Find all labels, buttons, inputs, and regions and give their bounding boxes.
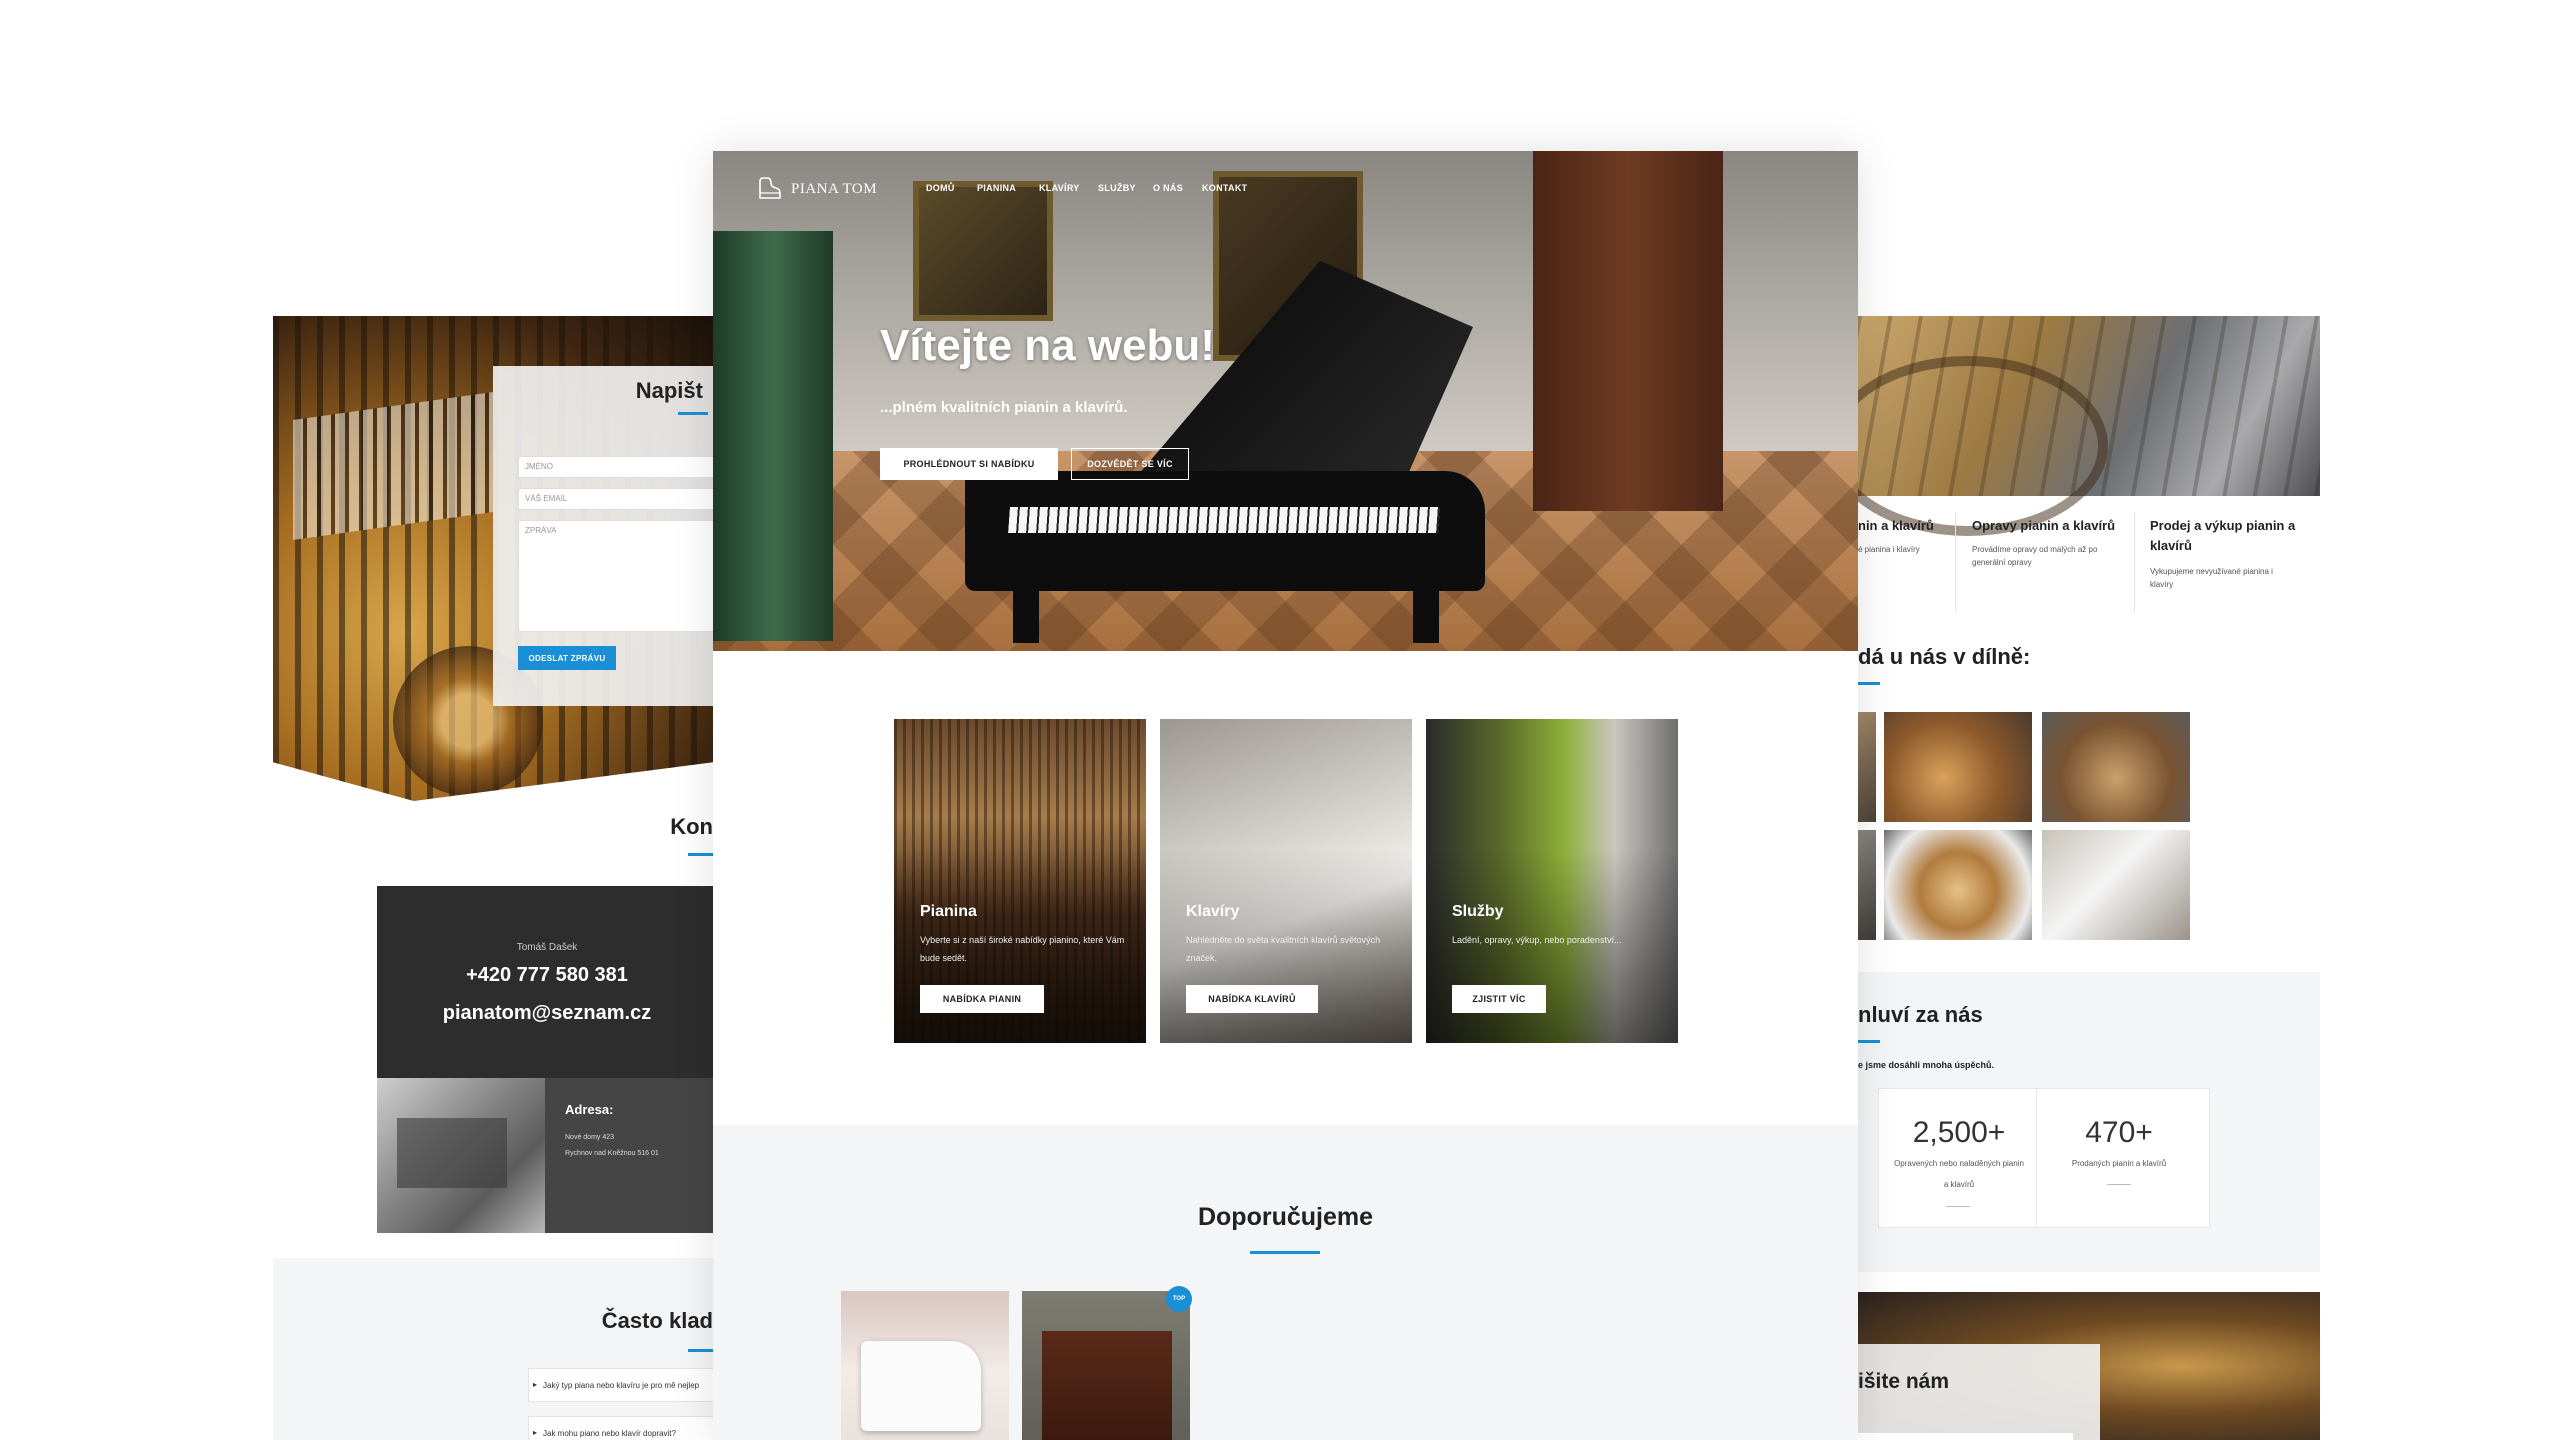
gallery-thumbnail[interactable] — [1884, 830, 2032, 940]
tile-title: Klavíry — [1186, 903, 1240, 920]
divider — [1955, 512, 1956, 612]
contact-card: Tomáš Dašek +420 777 580 381 pianatom@se… — [377, 886, 713, 1078]
faq-title: Často klad — [601, 1308, 713, 1333]
top-navigation: PIANA TOM DOMŮ PIANINA KLAVÍRY SLUŽBY O … — [713, 151, 1858, 223]
write-us-section — [1858, 1292, 2320, 1440]
service-title: Prodej a výkup pianin a klavírů — [2150, 518, 2296, 553]
service-text: Vykupujeme nevyužívané pianina i klavíry — [2150, 567, 2273, 589]
grand-piano-leg — [1413, 583, 1439, 643]
tile-pianina[interactable]: Pianina Vyberte si z naší široké nabídky… — [894, 719, 1146, 1043]
stat-label: Opravených nebo naladěných pianin a klav… — [1894, 1159, 2024, 1189]
tile-text: Vyberte si z naší široké nabídky pianino… — [920, 935, 1125, 963]
workshop-title: dá u nás v dílně: — [1858, 644, 2031, 669]
white-grand-piano-image — [861, 1341, 981, 1431]
view-offer-button[interactable]: PROHLÉDNOUT SI NABÍDKU — [880, 448, 1058, 480]
stat-value: 2,500+ — [1912, 1116, 2006, 1149]
stats-subtitle: e jsme dosáhli mnoha úspěchů. — [1858, 1060, 1995, 1070]
grand-piano-leg — [1013, 583, 1039, 643]
form-title: Napišt — [635, 378, 703, 403]
title-underline — [1250, 1251, 1320, 1254]
title-underline — [688, 853, 713, 856]
product-card[interactable] — [1022, 1291, 1190, 1440]
workshop-photo — [377, 1078, 545, 1233]
hero-tiled-stove — [713, 231, 833, 641]
name-field[interactable]: JMÉNO — [518, 456, 713, 478]
nav-home[interactable]: DOMŮ — [926, 183, 955, 193]
faq-item[interactable]: Jak mohu piano nebo klavír dopravit? — [528, 1416, 713, 1440]
pianina-offer-button[interactable]: NABÍDKA PIANIN — [920, 985, 1044, 1013]
nav-kontakt[interactable]: KONTAKT — [1202, 183, 1247, 193]
tile-text: Ladění, opravy, výkup, nebo poradenství.… — [1452, 935, 1622, 945]
grand-piano-keys — [1008, 507, 1440, 533]
nav-sluzby[interactable]: SLUŽBY — [1098, 183, 1136, 193]
nav-pianina[interactable]: PIANINA — [977, 183, 1016, 193]
title-underline — [688, 1349, 713, 1352]
upright-piano-image — [1042, 1331, 1172, 1440]
write-us-input[interactable] — [1858, 1433, 2073, 1440]
top-badge: TOP — [1166, 1286, 1192, 1312]
piano-action-image — [293, 391, 493, 541]
learn-more-button[interactable]: DOZVĚDĚT SE VÍC — [1071, 448, 1189, 480]
tile-title: Pianina — [920, 903, 977, 920]
piano-logo-icon[interactable] — [757, 175, 783, 201]
divider — [2036, 1088, 2037, 1226]
hero-title: Vítejte na webu! — [880, 321, 1215, 370]
title-underline — [1858, 1040, 1880, 1043]
title-underline — [678, 412, 708, 415]
write-us-title: išite nám — [1858, 1370, 1950, 1393]
service-title: nin a klavírů — [1858, 518, 1934, 533]
workshop-photo-detail — [397, 1118, 507, 1188]
faq-section — [273, 1258, 713, 1440]
stat-bar — [2107, 1184, 2131, 1185]
stats-title: nluví za nás — [1858, 1002, 1983, 1027]
gallery-thumbnail[interactable] — [1858, 712, 1876, 822]
email-field[interactable]: VÁŠ EMAIL — [518, 488, 713, 510]
service-text: é pianina i klavíry — [1858, 545, 1920, 554]
contact-name: Tomáš Dašek — [516, 942, 578, 953]
tile-text: Nahlédněte do světa kvalitních klavírů s… — [1186, 935, 1381, 963]
product-card[interactable] — [841, 1291, 1009, 1440]
address-block: Adresa: Nové domy 423 Rychnov nad Kněžno… — [545, 1078, 713, 1233]
piano-rim-image — [1858, 356, 2108, 536]
services-hero-image — [1858, 316, 2320, 536]
stat-label: Prodaných pianin a klavírů — [2071, 1159, 2167, 1168]
gallery-thumbnail[interactable] — [1858, 830, 1876, 940]
gallery-thumbnail[interactable] — [2042, 712, 2190, 822]
message-field[interactable]: ZPRÁVA — [518, 520, 713, 632]
service-title: Opravy pianin a klavírů — [1972, 518, 2116, 533]
send-message-button[interactable]: ODESLAT ZPRÁVU — [518, 646, 616, 670]
address-line: Nové domy 423 — [565, 1134, 615, 1141]
klaviry-offer-button[interactable]: NABÍDKA KLAVÍRŮ — [1186, 985, 1318, 1013]
gallery-thumbnail[interactable] — [1884, 712, 2032, 822]
stat-value: 470+ — [2085, 1116, 2153, 1149]
title-underline — [1858, 682, 1880, 685]
homepage-preview: PIANA TOM DOMŮ PIANINA KLAVÍRY SLUŽBY O … — [713, 151, 1858, 1440]
faq-item[interactable]: Jaký typ piana nebo klavíru je pro mě ne… — [528, 1368, 713, 1402]
hero-subtitle: ...plném kvalitních pianin a klavírů. — [880, 399, 1128, 416]
nav-o-nas[interactable]: O NÁS — [1153, 183, 1183, 193]
address-heading: Adresa: — [565, 1102, 614, 1117]
services-page-preview: nin a klavírů é pianina i klavíry Opravy… — [1858, 316, 2320, 1440]
service-text: Provádíme opravy od malých až po generál… — [1972, 545, 2098, 567]
address-line: Rychnov nad Kněžnou 516 01 — [565, 1150, 659, 1157]
tile-title: Služby — [1452, 903, 1504, 920]
services-more-button[interactable]: ZJISTIT VÍC — [1452, 985, 1546, 1013]
gallery-thumbnail[interactable] — [2042, 830, 2190, 940]
contact-email[interactable]: pianatom@seznam.cz — [377, 1002, 713, 1025]
site-logo[interactable]: PIANA TOM — [791, 181, 877, 198]
contact-section-title: Kon — [670, 814, 713, 839]
stat-bar — [1946, 1206, 1970, 1207]
recommended-title: Doporučujeme — [1197, 1203, 1374, 1231]
nav-klaviry[interactable]: KLAVÍRY — [1039, 183, 1080, 193]
contact-page-preview: Napišt JMÉNO VÁŠ EMAIL ZPRÁVA ODESLAT ZP… — [273, 316, 713, 1440]
divider — [2134, 512, 2135, 612]
tile-sluzby[interactable]: Služby Ladění, opravy, výkup, nebo porad… — [1426, 719, 1678, 1043]
contact-phone[interactable]: +420 777 580 381 — [377, 964, 713, 987]
tile-klaviry[interactable]: Klavíry Nahlédněte do světa kvalitních k… — [1160, 719, 1412, 1043]
